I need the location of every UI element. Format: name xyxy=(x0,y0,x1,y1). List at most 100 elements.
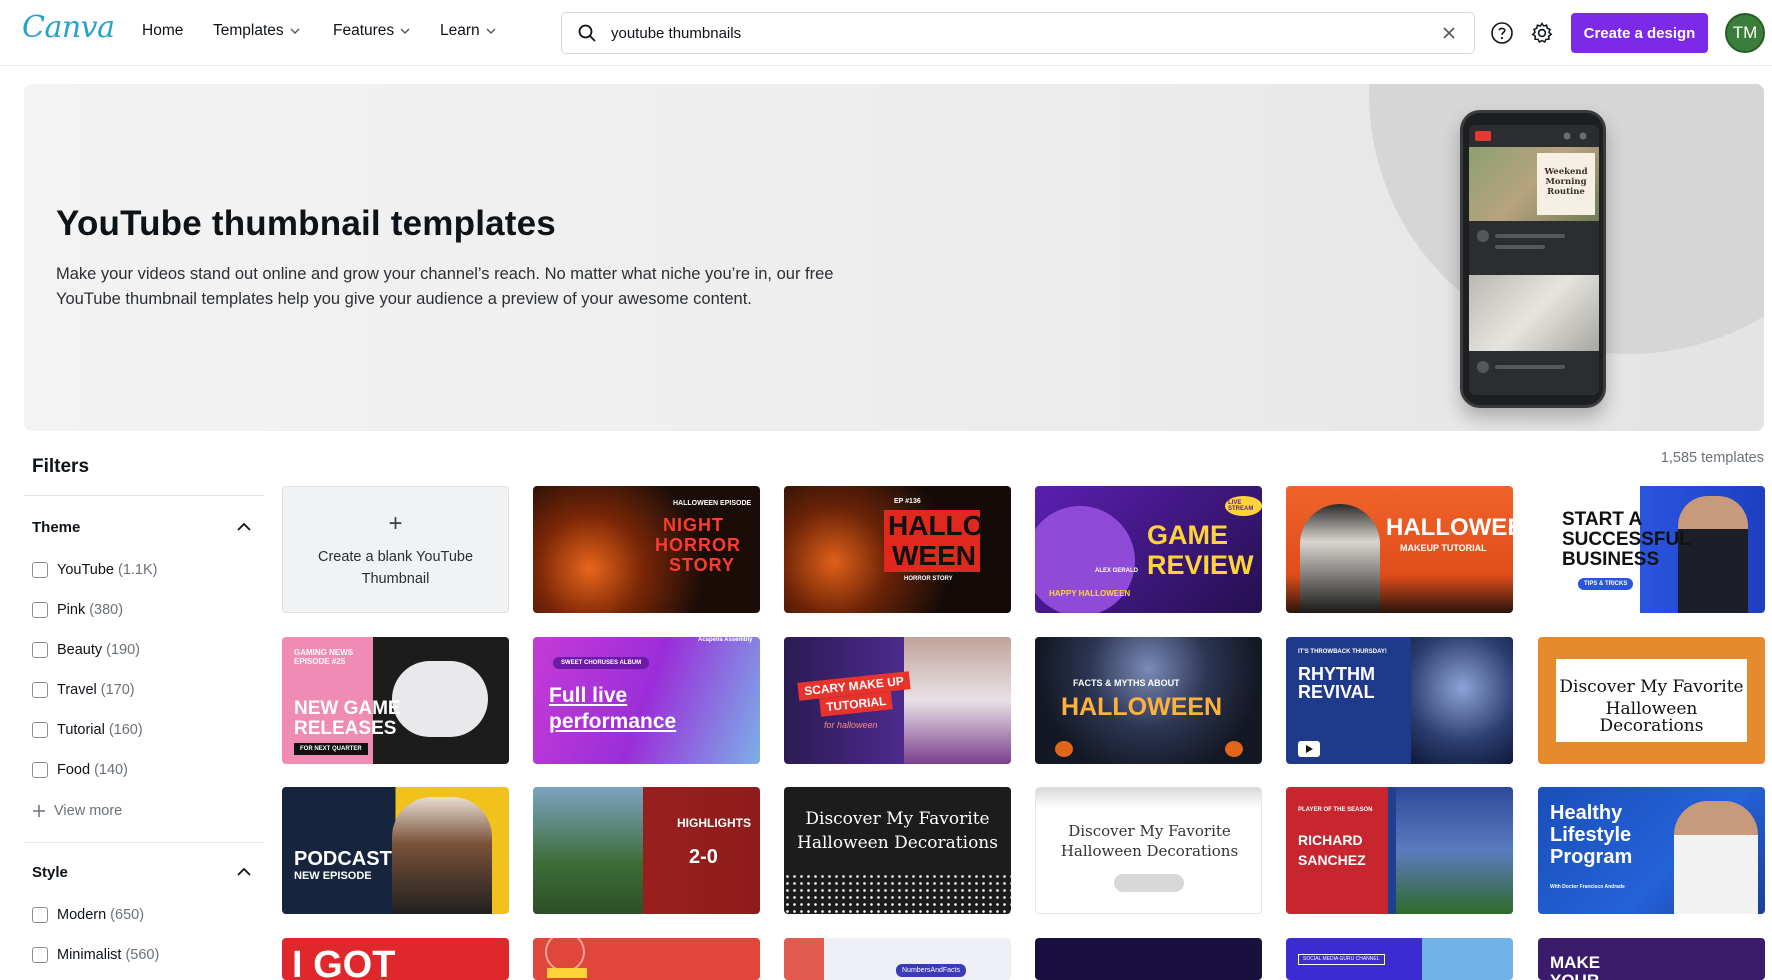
template-tile[interactable]: HALLOWEEN MAKEUP TUTORIAL xyxy=(1286,486,1513,613)
template-tile[interactable]: FACTS & MYTHS ABOUT HALLOWEEN xyxy=(1035,637,1262,764)
filter-option-youtube[interactable]: YouTube (1.1K) xyxy=(32,562,157,578)
filter-option-travel[interactable]: Travel (170) xyxy=(32,682,135,698)
canva-logo[interactable]: Canva xyxy=(22,10,115,45)
template-tile[interactable]: GAMING NEWS EPISODE #25 NEW GAME RELEASE… xyxy=(282,637,509,764)
create-blank-tile[interactable]: + Create a blank YouTube Thumbnail xyxy=(282,486,509,613)
search-input[interactable]: youtube thumbnails xyxy=(611,25,1441,42)
template-tile[interactable]: Discover My Favorite Halloween Decoratio… xyxy=(1035,787,1262,914)
template-tile[interactable] xyxy=(1035,938,1262,980)
tile-text: GAMING NEWS EPISODE #25 xyxy=(294,648,354,666)
top-header: Canva Home Templates Features Learn yout… xyxy=(0,0,1772,66)
filter-option-pink[interactable]: Pink (380) xyxy=(32,602,123,618)
template-tile[interactable]: Discover My Favorite Halloween Decoratio… xyxy=(1538,637,1765,764)
play-icon xyxy=(1298,741,1320,757)
tile-text: Halloween Decorations xyxy=(1060,842,1239,860)
filter-option-modern[interactable]: Modern (650) xyxy=(32,907,144,923)
tile-text: Lifestyle xyxy=(1550,824,1632,846)
checkbox[interactable] xyxy=(32,642,48,658)
template-tile[interactable]: HIGHLIGHTS 2-0 xyxy=(533,787,760,914)
checkbox[interactable] xyxy=(32,602,48,618)
page-title: YouTube thumbnail templates xyxy=(56,204,556,243)
tile-text: PLAYER OF THE SEASON xyxy=(1298,807,1373,813)
template-tile[interactable]: I GOT xyxy=(282,938,509,980)
filter-option-beauty[interactable]: Beauty (190) xyxy=(32,642,140,658)
template-tile[interactable]: Discover My Favorite Halloween Decoratio… xyxy=(784,787,1011,914)
view-more-button[interactable]: View more xyxy=(32,803,122,819)
tile-text: Full live xyxy=(549,684,628,707)
template-tile[interactable] xyxy=(533,938,760,980)
tile-text: for halloween xyxy=(824,720,878,730)
phone-thumbnail-2 xyxy=(1469,275,1599,351)
filter-option-tutorial[interactable]: Tutorial (160) xyxy=(32,722,143,738)
tile-text: With Doctor Francisco Andrade xyxy=(1550,884,1625,890)
checkbox[interactable] xyxy=(32,762,48,778)
close-icon[interactable] xyxy=(1441,25,1457,41)
template-tile[interactable]: LIVE STREAM GAME REVIEW ALEX GERALD HAPP… xyxy=(1035,486,1262,613)
help-icon[interactable] xyxy=(1490,21,1514,45)
nav-learn[interactable]: Learn xyxy=(440,22,496,40)
template-tile[interactable]: NumbersAndFacts xyxy=(784,938,1011,980)
tile-text: YOUR xyxy=(1550,972,1599,980)
filter-option-minimalist[interactable]: Minimalist (560) xyxy=(32,947,159,963)
tile-text: Healthy xyxy=(1550,802,1623,824)
tile-text: HALLO xyxy=(888,510,985,541)
chevron-up-icon[interactable] xyxy=(236,867,252,877)
template-tile[interactable]: IT'S THROWBACK THURSDAY! RHYTHM REVIVAL xyxy=(1286,637,1513,764)
tile-text: SWEET CHORUSES ALBUM xyxy=(553,657,650,669)
phone-thumbnail-1: Weekend Morning Routine xyxy=(1469,147,1599,221)
nav-features[interactable]: Features xyxy=(333,22,410,40)
tile-text: RHYTHM xyxy=(1298,664,1375,684)
chevron-down-icon xyxy=(290,28,300,34)
gear-icon[interactable] xyxy=(1530,21,1554,45)
tile-text: MAKEUP TUTORIAL xyxy=(1400,543,1487,553)
checkbox[interactable] xyxy=(32,722,48,738)
filter-label: Beauty xyxy=(57,642,103,658)
template-tile[interactable]: Healthy Lifestyle Program With Doctor Fr… xyxy=(1538,787,1765,914)
create-design-button[interactable]: Create a design xyxy=(1571,13,1708,53)
filter-label: Minimalist xyxy=(57,947,122,963)
template-tile[interactable]: SWEET CHORUSES ALBUM Acapella Assembly F… xyxy=(533,637,760,764)
template-tile[interactable]: PODCAST NEW EPISODE xyxy=(282,787,509,914)
phone-card-title: Weekend Morning Routine xyxy=(1537,153,1595,215)
tile-text: HALLOWEEN xyxy=(1061,693,1223,721)
filter-option-food[interactable]: Food (140) xyxy=(32,762,128,778)
template-tile[interactable]: EP #136 HALLO WEEN HORROR STORY xyxy=(784,486,1011,613)
search-bar[interactable]: youtube thumbnails xyxy=(561,12,1475,54)
tile-text: ALEX GERALD xyxy=(1095,568,1139,574)
nav-templates[interactable]: Templates xyxy=(213,22,300,40)
plus-icon xyxy=(33,805,45,817)
tile-text: HORROR STORY xyxy=(904,576,953,582)
tile-text: RICHARD xyxy=(1298,832,1363,848)
nav-features-label: Features xyxy=(333,22,395,39)
tile-text: REVIEW xyxy=(1147,550,1254,580)
plus-icon: + xyxy=(388,509,403,537)
tile-text: FOR NEXT QUARTER xyxy=(294,743,368,755)
filter-count: (1.1K) xyxy=(117,562,158,578)
tile-text: HORROR xyxy=(655,535,741,555)
template-tile[interactable]: MAKE YOUR xyxy=(1538,938,1765,980)
template-tile[interactable]: SCARY MAKE UP TUTORIAL for halloween xyxy=(784,637,1011,764)
chevron-up-icon[interactable] xyxy=(236,522,252,532)
template-tile[interactable]: PLAYER OF THE SEASON RICHARD SANCHEZ xyxy=(1286,787,1513,914)
tile-text: I GOT xyxy=(292,944,396,980)
tile-text: PODCAST xyxy=(294,848,392,870)
filter-section-style[interactable]: Style xyxy=(32,864,68,881)
search-icon xyxy=(578,24,596,42)
tile-text: NEW EPISODE xyxy=(294,870,372,882)
avatar[interactable]: TM xyxy=(1725,13,1765,53)
filter-section-theme[interactable]: Theme xyxy=(32,519,80,536)
chevron-down-icon xyxy=(400,28,410,34)
phone-mockup: Weekend Morning Routine xyxy=(1460,110,1606,408)
template-tile[interactable]: SOCIAL MEDIA GURU CHANNEL xyxy=(1286,938,1513,980)
checkbox[interactable] xyxy=(32,947,48,963)
filter-label: Tutorial xyxy=(57,722,105,738)
checkbox[interactable] xyxy=(32,562,48,578)
nav-home[interactable]: Home xyxy=(142,22,183,40)
checkbox[interactable] xyxy=(32,907,48,923)
checkbox[interactable] xyxy=(32,682,48,698)
filter-label: YouTube xyxy=(57,562,114,578)
template-tile[interactable]: HALLOWEEN EPISODE NIGHT HORROR STORY xyxy=(533,486,760,613)
tile-text: LIVE STREAM xyxy=(1225,496,1262,516)
template-tile[interactable]: START A SUCCESSFUL BUSINESS TIPS & TRICK… xyxy=(1538,486,1765,613)
tile-text: TIPS & TRICKS xyxy=(1578,578,1634,590)
